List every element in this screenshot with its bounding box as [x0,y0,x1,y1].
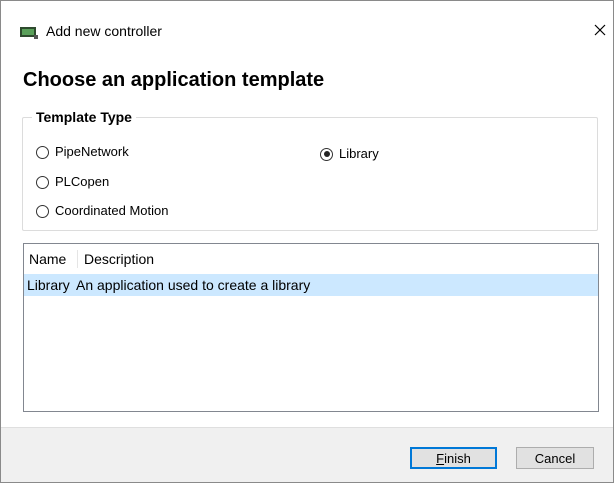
close-icon [594,24,606,36]
column-divider[interactable] [77,250,78,268]
radio-label: PipeNetwork [55,144,129,159]
template-list[interactable]: Name Description Library An application … [23,243,599,412]
cell-description: An application used to create a library [76,277,311,293]
finish-accelerator: F [436,450,445,466]
close-button[interactable] [587,15,613,45]
radio-button[interactable] [36,204,49,218]
radio-library[interactable]: Library [320,146,379,162]
radio-button-checked[interactable] [320,147,333,161]
radio-button[interactable] [36,175,49,189]
cancel-button[interactable]: Cancel [516,447,594,469]
list-header: Name Description [24,244,598,274]
window-title: Add new controller [46,23,162,39]
radio-label: Library [339,146,379,161]
column-header-description[interactable]: Description [84,251,154,267]
radio-button[interactable] [36,145,49,159]
dialog-footer: Finish Cancel [1,427,613,482]
finish-button[interactable]: Finish [410,447,497,469]
cell-name: Library [27,277,70,293]
title-bar: Add new controller [1,1,613,49]
radio-label: Coordinated Motion [55,203,169,218]
radio-label: PLCopen [55,174,110,189]
radio-pipenetwork[interactable]: PipeNetwork [36,144,129,160]
page-title: Choose an application template [23,69,325,91]
radio-plcopen[interactable]: PLCopen [36,174,109,190]
add-controller-dialog: Add new controller Choose an application… [0,0,614,483]
template-type-group: Template Type PipeNetwork PLCopen Coordi… [22,108,598,231]
controller-icon [20,26,38,39]
list-item[interactable]: Library An application used to create a … [24,274,598,296]
group-legend: Template Type [32,108,136,126]
finish-label: inish [444,450,471,466]
radio-coordinated-motion[interactable]: Coordinated Motion [36,203,168,219]
column-header-name[interactable]: Name [29,251,66,267]
